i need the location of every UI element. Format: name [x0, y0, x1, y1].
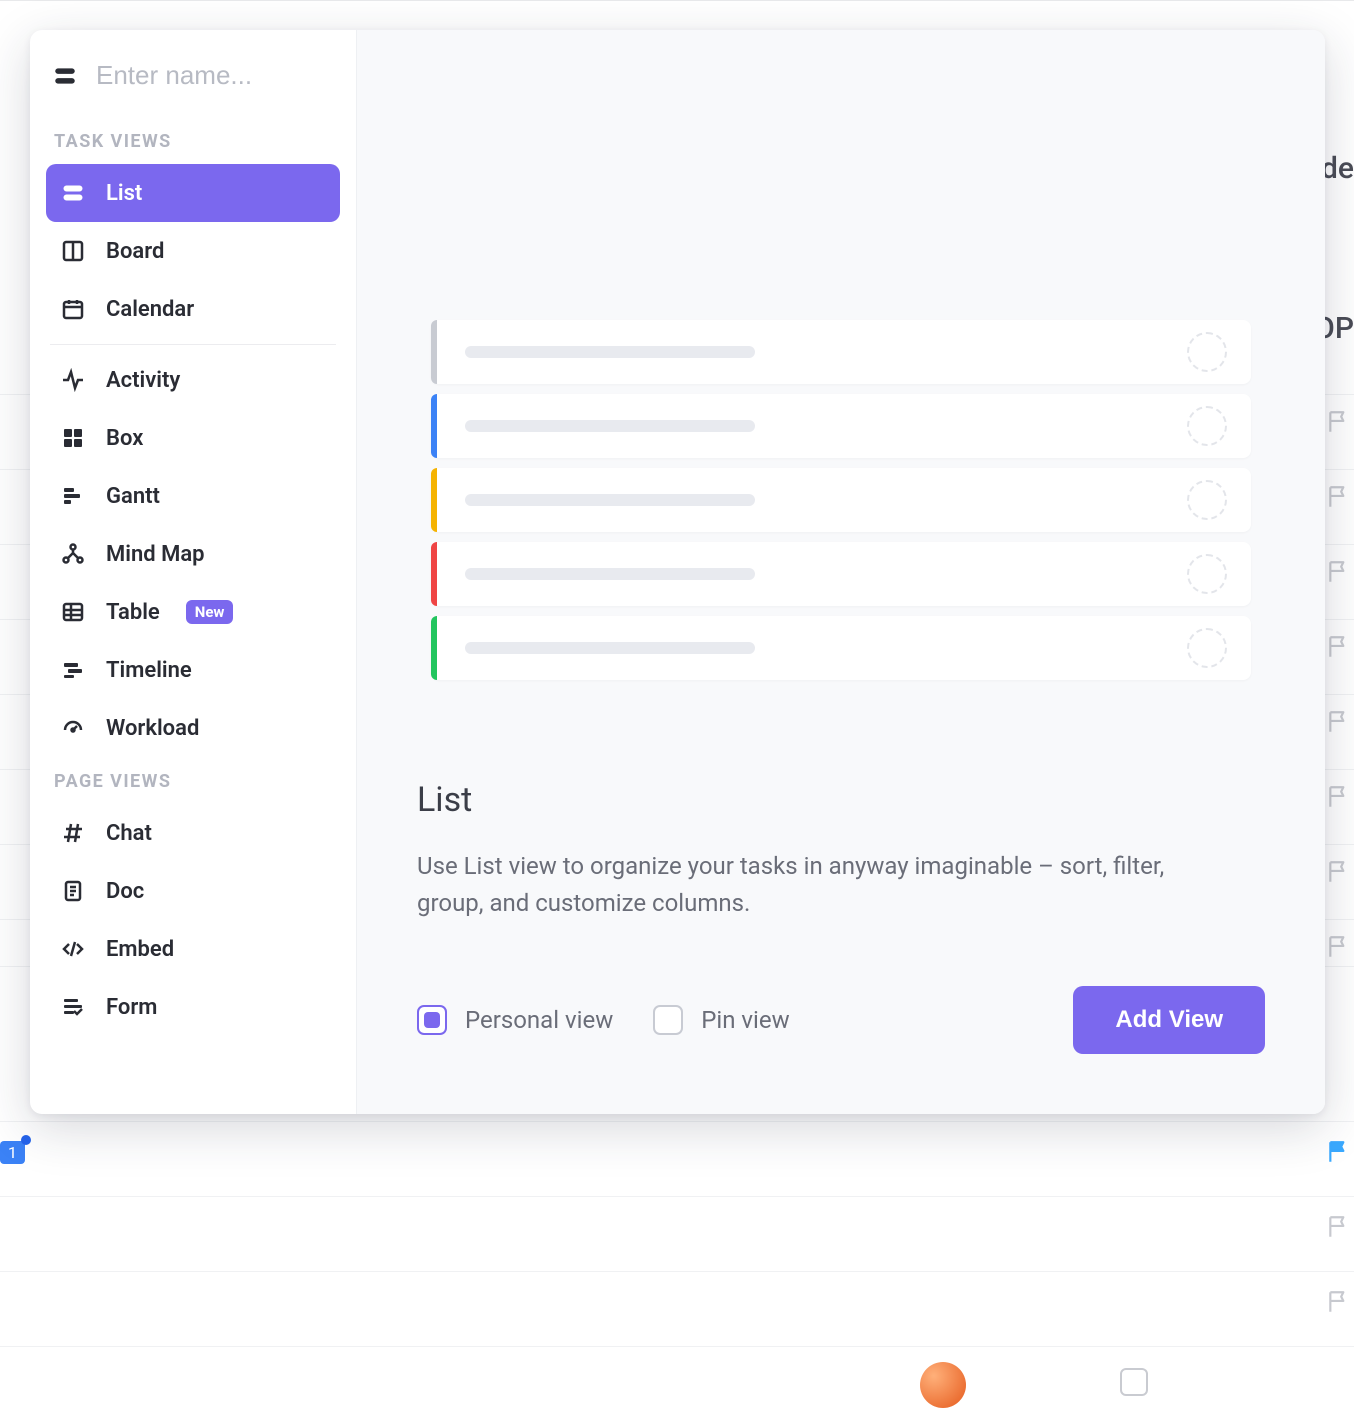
pin-view-checkbox[interactable]: Pin view — [653, 1005, 789, 1035]
workload-icon — [60, 715, 86, 741]
detail-description: Use List view to organize your tasks in … — [417, 848, 1197, 922]
table-icon — [60, 599, 86, 625]
view-option-doc[interactable]: Doc — [46, 862, 340, 920]
flag-icon — [1326, 1289, 1352, 1315]
view-option-calendar[interactable]: Calendar — [46, 280, 340, 338]
view-option-label: Form — [106, 995, 157, 1020]
view-option-chat[interactable]: Chat — [46, 804, 340, 862]
timeline-icon — [60, 657, 86, 683]
personal-view-checkbox[interactable]: Personal view — [417, 1005, 613, 1035]
view-option-mindmap[interactable]: Mind Map — [46, 525, 340, 583]
new-badge: New — [186, 600, 234, 624]
flag-icon — [1326, 934, 1352, 960]
menu-divider — [50, 344, 336, 345]
board-icon — [60, 238, 86, 264]
add-view-button[interactable]: Add View — [1073, 986, 1265, 1054]
checkbox-outline — [1120, 1368, 1148, 1396]
gantt-icon — [60, 483, 86, 509]
embed-icon — [60, 936, 86, 962]
view-picker-sidebar: TASK VIEWS List Board Calendar Activity — [30, 30, 356, 1114]
flag-icon — [1326, 1214, 1352, 1240]
page-views-label: PAGE VIEWS — [46, 757, 340, 804]
checkbox-label: Pin view — [701, 1006, 789, 1034]
view-option-embed[interactable]: Embed — [46, 920, 340, 978]
view-option-label: Calendar — [106, 297, 194, 322]
flag-icon — [1326, 484, 1352, 510]
activity-icon — [60, 367, 86, 393]
box-icon — [60, 425, 86, 451]
mindmap-icon — [60, 541, 86, 567]
avatar — [920, 1362, 966, 1408]
view-option-label: Chat — [106, 821, 152, 846]
page-views-menu: Chat Doc Embed Form — [46, 804, 340, 1036]
flag-icon — [1326, 1139, 1352, 1165]
view-option-gantt[interactable]: Gantt — [46, 467, 340, 525]
flag-icon — [1326, 709, 1352, 735]
list-icon — [52, 63, 78, 89]
hash-icon — [60, 820, 86, 846]
task-views-menu: List Board Calendar — [46, 164, 340, 338]
flag-icon — [1326, 634, 1352, 660]
view-option-workload[interactable]: Workload — [46, 699, 340, 757]
flag-icon — [1326, 784, 1352, 810]
view-option-activity[interactable]: Activity — [46, 351, 340, 409]
view-option-board[interactable]: Board — [46, 222, 340, 280]
calendar-icon — [60, 296, 86, 322]
task-views-label: TASK VIEWS — [46, 117, 340, 164]
view-option-list[interactable]: List — [46, 164, 340, 222]
view-option-label: Workload — [106, 716, 199, 741]
view-option-label: Embed — [106, 937, 174, 962]
view-option-label: Mind Map — [106, 542, 205, 567]
checkbox-label: Personal view — [465, 1006, 613, 1034]
flag-icon — [1326, 859, 1352, 885]
view-option-label: Board — [106, 239, 164, 264]
view-name-input[interactable] — [96, 60, 334, 91]
flag-icon — [1326, 559, 1352, 585]
view-option-label: Activity — [106, 368, 180, 393]
view-option-label: List — [106, 181, 142, 206]
doc-icon — [60, 878, 86, 904]
view-option-box[interactable]: Box — [46, 409, 340, 467]
view-option-timeline[interactable]: Timeline — [46, 641, 340, 699]
view-option-label: Timeline — [106, 658, 192, 683]
view-option-table[interactable]: Table New — [46, 583, 340, 641]
detail-title: List — [417, 780, 1265, 820]
list-icon — [60, 180, 86, 206]
view-detail-pane: List Use List view to organize your task… — [356, 30, 1325, 1114]
add-view-popover: TASK VIEWS List Board Calendar Activity — [30, 30, 1325, 1114]
view-option-label: Gantt — [106, 484, 160, 509]
view-option-label: Doc — [106, 879, 144, 904]
view-option-form[interactable]: Form — [46, 978, 340, 1036]
view-option-label: Table — [106, 600, 160, 625]
flag-icon — [1326, 409, 1352, 435]
view-option-label: Box — [106, 426, 143, 451]
count-badge: 1 — [0, 1141, 25, 1164]
list-preview-illustration — [431, 320, 1251, 690]
form-icon — [60, 994, 86, 1020]
